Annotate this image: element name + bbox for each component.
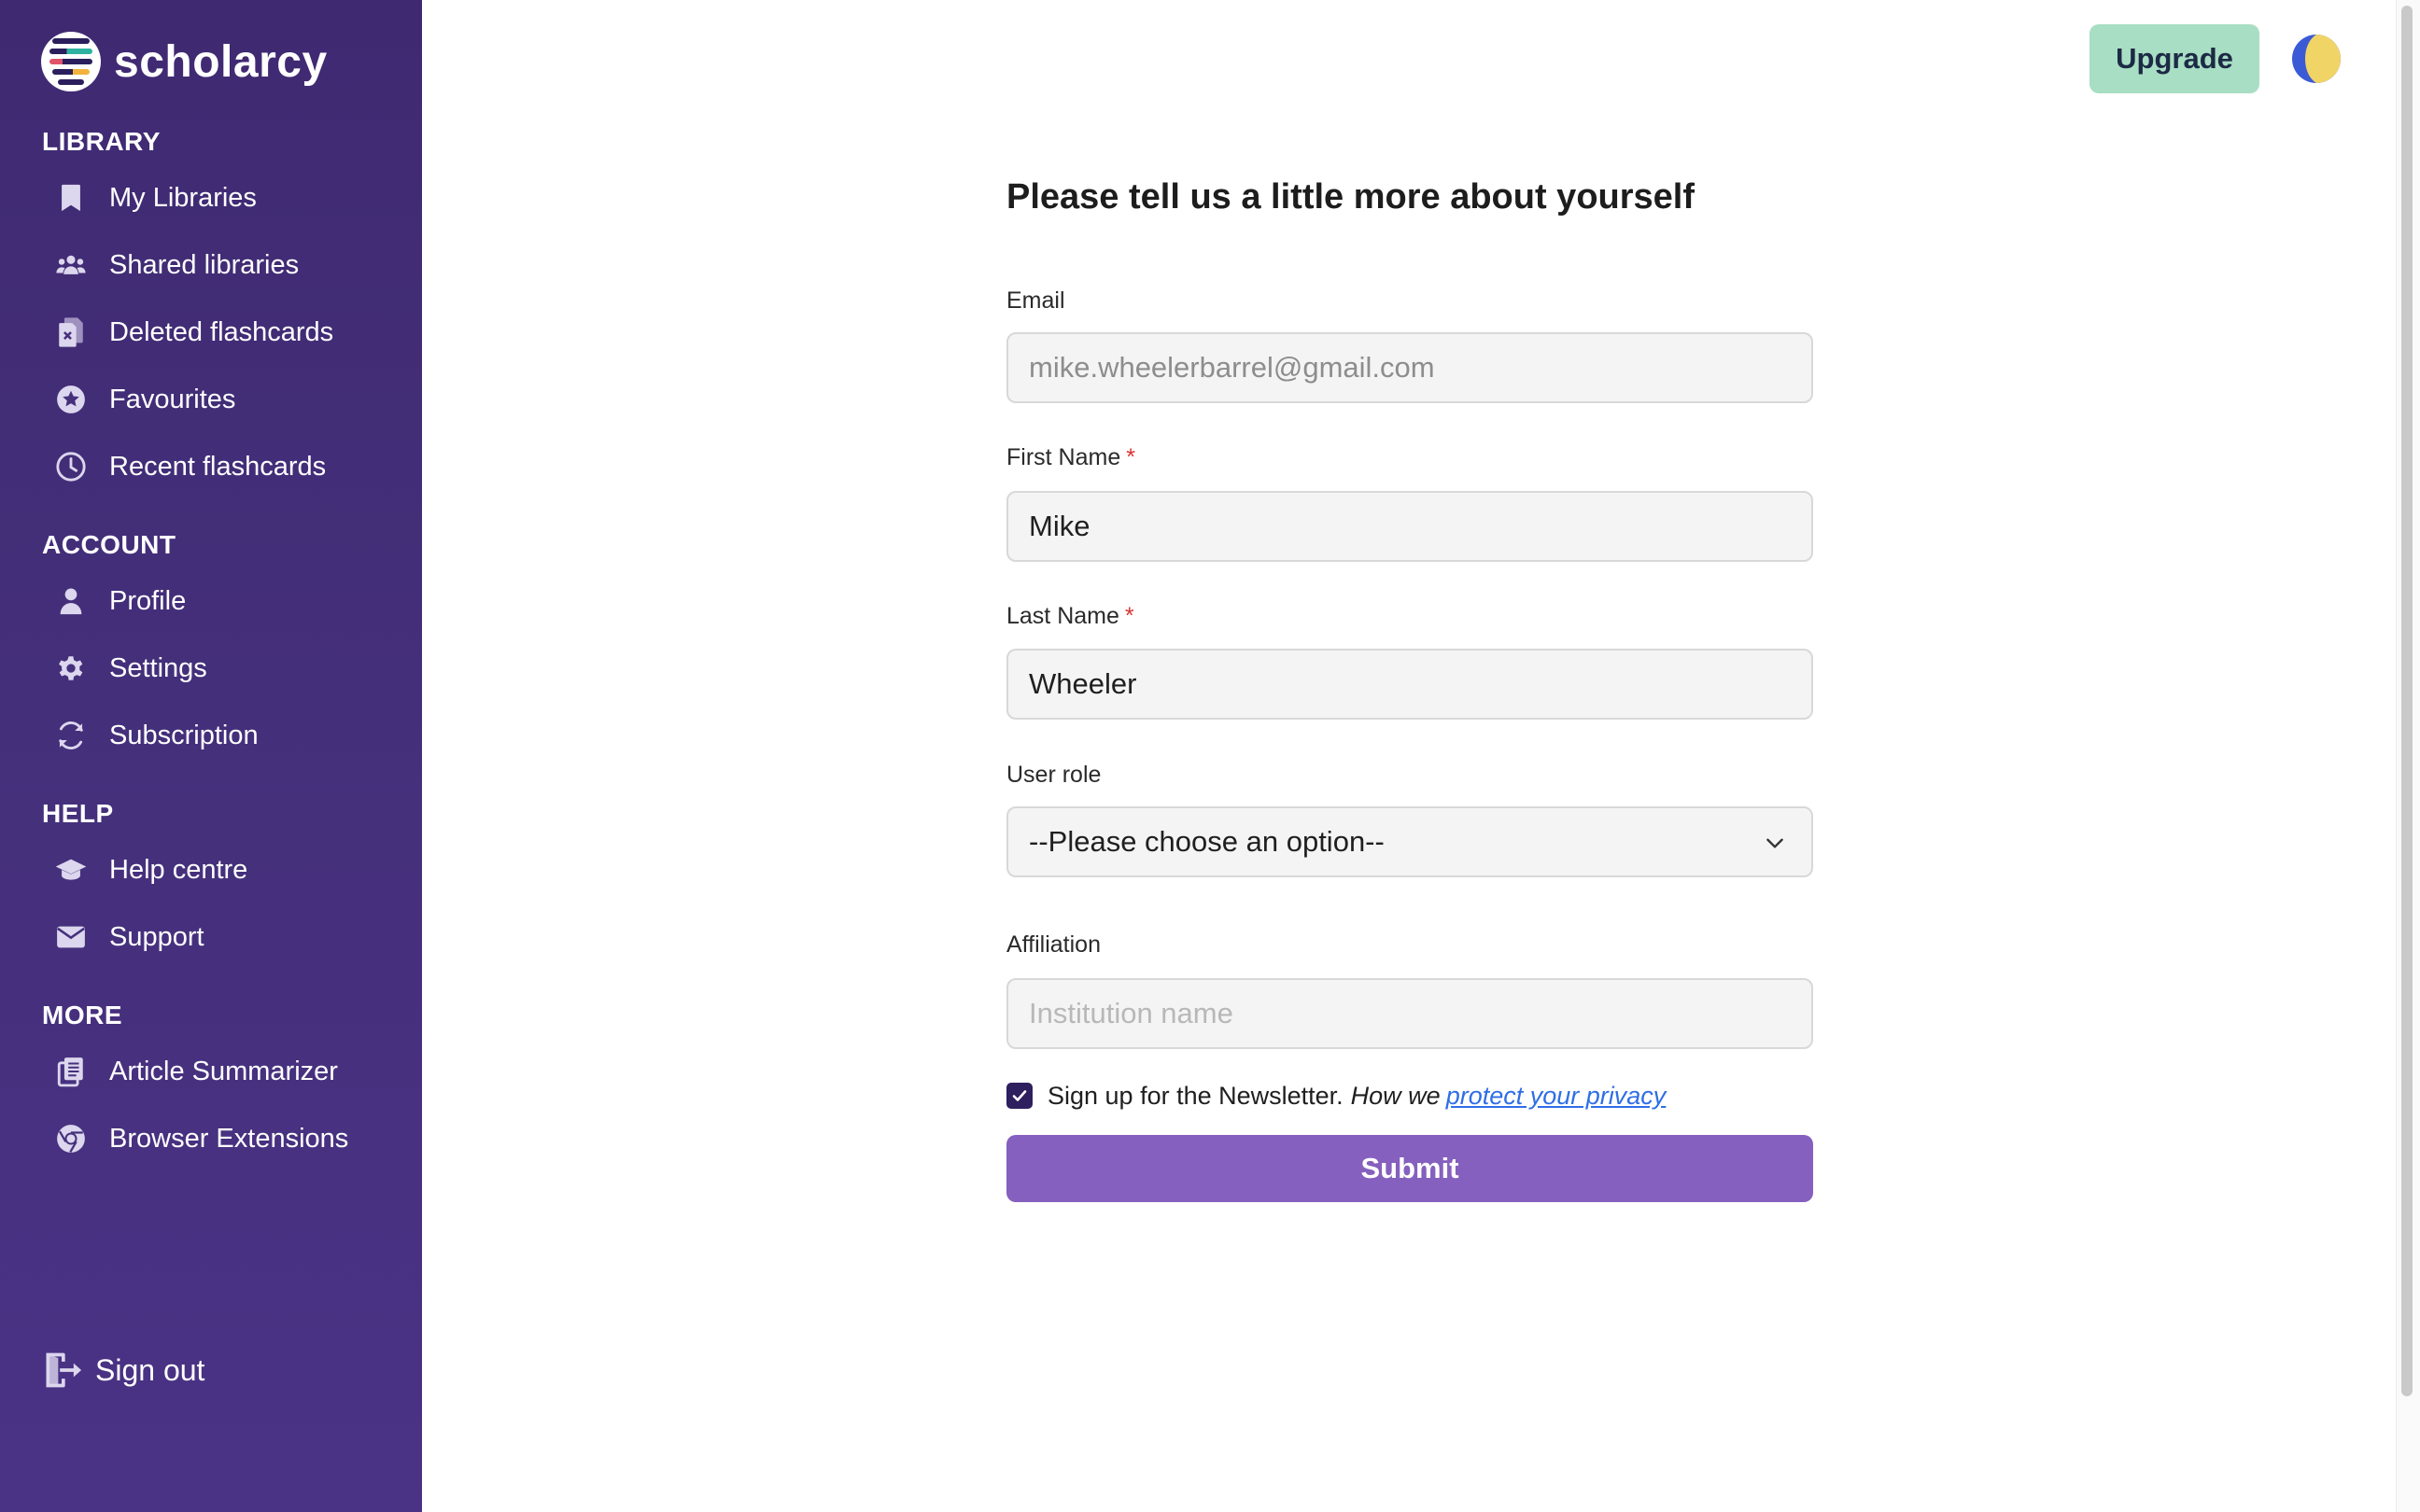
sidebar-item-label: Deleted flashcards [109,316,334,347]
affiliation-label: Affiliation [1006,931,1101,958]
privacy-link[interactable]: protect your privacy [1446,1082,1667,1111]
sign-out-icon [41,1350,82,1391]
last-name-label-text: Last Name [1006,603,1119,629]
sidebar-item-shared-libraries[interactable]: Shared libraries [52,239,299,291]
user-role-selected-value: --Please choose an option-- [1029,825,1385,858]
graduation-cap-icon [52,851,90,889]
documents-icon [52,1053,90,1090]
app-logo[interactable]: scholarcy [41,30,328,93]
star-circle-icon [52,381,90,418]
last-name-input[interactable]: Wheeler [1006,649,1813,720]
submit-button[interactable]: Submit [1006,1135,1813,1202]
gear-icon [52,650,90,687]
email-field: mike.wheelerbarrel@gmail.com [1006,332,1813,403]
sidebar-item-subscription[interactable]: Subscription [52,709,259,762]
privacy-prefix: How we [1350,1081,1441,1110]
email-label: Email [1006,287,1065,314]
sidebar-item-label: Subscription [109,720,259,750]
sidebar-item-deleted-flashcards[interactable]: Deleted flashcards [52,306,333,358]
sidebar-item-label: Recent flashcards [109,451,327,482]
scholarcy-logo-icon [41,32,101,91]
half-moon-icon [2292,35,2341,83]
last-name-label: Last Name * [1006,603,1134,630]
scrollbar-thumb[interactable] [2401,6,2413,1396]
section-title-more: MORE [42,1001,122,1029]
user-role-label: User role [1006,762,1102,788]
refresh-icon [52,717,90,754]
sidebar-item-label: Article Summarizer [109,1056,338,1086]
clock-icon [52,448,90,485]
sidebar-item-label: Settings [109,652,207,683]
sidebar-item-label: My Libraries [109,182,257,213]
sign-out-button[interactable]: Sign out [41,1344,204,1396]
checkmark-icon [1012,1090,1027,1101]
sidebar-item-article-summarizer[interactable]: Article Summarizer [52,1045,338,1098]
sidebar-item-support[interactable]: Support [52,911,204,963]
bookmark-icon [52,179,90,217]
deleted-file-icon [52,314,90,351]
sidebar-item-label: Browser Extensions [109,1123,349,1154]
sidebar-item-label: Shared libraries [109,249,300,280]
theme-toggle-button[interactable] [2291,34,2342,84]
user-icon [52,582,90,620]
users-icon [52,246,90,284]
sidebar-item-label: Support [109,921,204,952]
sign-out-label: Sign out [95,1352,205,1387]
newsletter-row: Sign up for the Newsletter. How we prote… [1006,1077,1666,1114]
sidebar-item-recent-flashcards[interactable]: Recent flashcards [52,441,326,493]
section-title-library: LIBRARY [42,127,161,156]
sidebar-item-label: Favourites [109,384,236,414]
affiliation-input[interactable]: Institution name [1006,978,1813,1049]
first-name-input[interactable]: Mike [1006,491,1813,562]
required-marker: * [1126,444,1135,470]
first-name-label: First Name * [1006,444,1135,471]
sidebar: scholarcy LIBRARY My Libraries Shared li… [0,0,422,1512]
sidebar-item-browser-extensions[interactable]: Browser Extensions [52,1113,348,1165]
sidebar-item-my-libraries[interactable]: My Libraries [52,172,257,224]
section-title-help: HELP [42,799,114,828]
section-title-account: ACCOUNT [42,530,176,559]
required-marker: * [1124,603,1134,629]
sidebar-item-settings[interactable]: Settings [52,642,207,694]
app-name: scholarcy [114,36,328,87]
sidebar-item-label: Profile [109,585,187,616]
sidebar-item-label: Help centre [109,854,248,885]
page-title: Please tell us a little more about yours… [1006,177,1695,217]
upgrade-button[interactable]: Upgrade [2089,24,2259,93]
first-name-label-text: First Name [1006,444,1121,470]
app-root: scholarcy LIBRARY My Libraries Shared li… [0,0,2420,1512]
sidebar-item-profile[interactable]: Profile [52,575,186,627]
sidebar-item-help-centre[interactable]: Help centre [52,844,247,896]
envelope-icon [52,918,90,956]
newsletter-label: Sign up for the Newsletter. [1048,1081,1344,1110]
newsletter-checkbox[interactable] [1006,1083,1033,1109]
sidebar-item-favourites[interactable]: Favourites [52,373,235,426]
user-role-select[interactable]: --Please choose an option-- [1006,806,1813,877]
chrome-icon [52,1120,90,1157]
chevron-down-icon [1766,838,1783,848]
